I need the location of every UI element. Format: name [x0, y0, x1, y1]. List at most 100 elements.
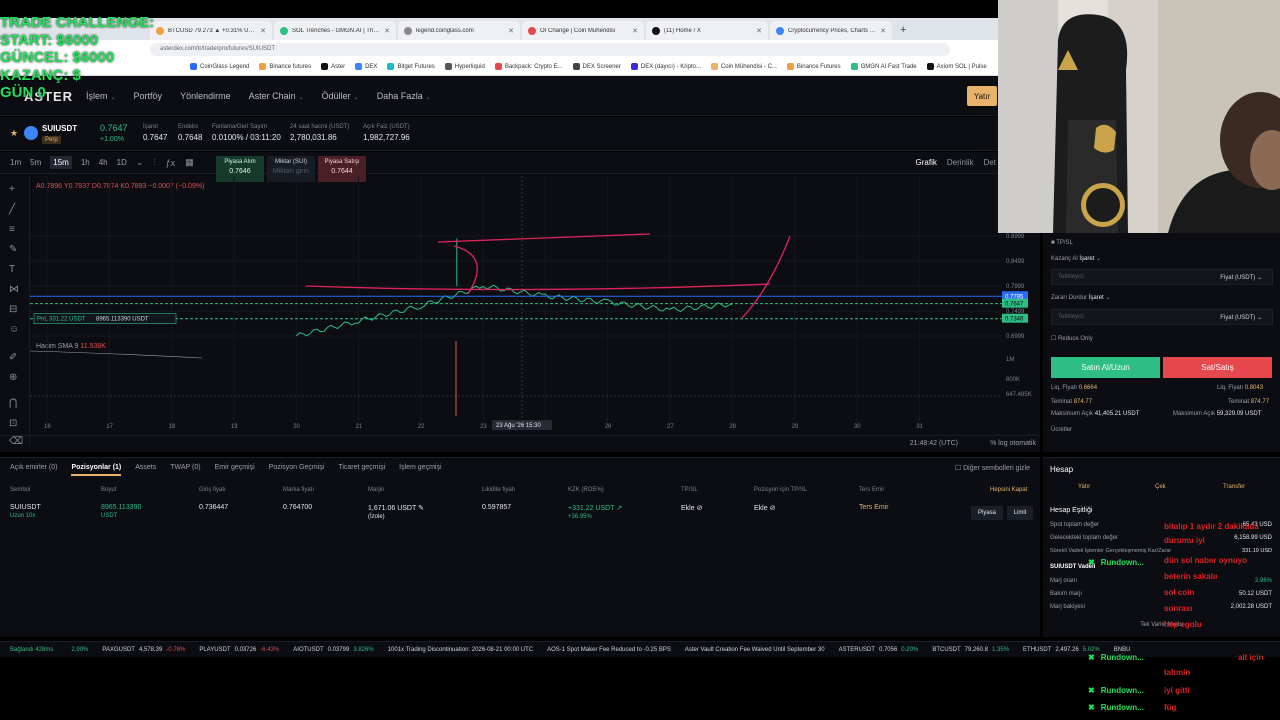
nav-item-5[interactable]: Daha Fazla ⌄	[377, 91, 431, 101]
positions-tab-4[interactable]: Emir geçmişi	[215, 464, 255, 476]
deposit-button[interactable]: Yatır	[967, 86, 997, 106]
bookmark-item[interactable]: Bitget Futures	[387, 63, 435, 70]
crosshair-icon[interactable]: +	[9, 184, 15, 195]
url-input[interactable]: asterdex.com/tr/trade/pro/futures/SUIUSD…	[150, 42, 950, 56]
nav-item-3[interactable]: Aster Chain ⌄	[249, 91, 304, 101]
favorite-star-icon[interactable]: ★	[10, 128, 18, 139]
positions-tab-3[interactable]: TWAP (0)	[170, 464, 200, 476]
bookmark-item[interactable]: DEX	[355, 63, 377, 70]
ticker-item[interactable]: PLAYUSDT 0.03726 -6.43%	[199, 647, 279, 653]
browser-tab[interactable]: Cryptocurrency Prices, Charts A... ✕	[770, 21, 892, 40]
bookmark-item[interactable]: DEX (dayıcı) - Kripto...	[630, 63, 701, 70]
pattern-icon[interactable]: ⋈	[9, 284, 19, 295]
close-icon[interactable]: ✕	[508, 27, 514, 35]
ticker-item[interactable]: BTCUSDT 79,260.8 1.35%	[932, 647, 1009, 653]
smile-icon[interactable]: ☺	[9, 324, 19, 335]
browser-tab[interactable]: (11) Home / X ✕	[646, 21, 768, 40]
tpsl-checkbox[interactable]: ■ TP/SL	[1051, 240, 1073, 246]
edit-margin-icon[interactable]: ✎	[418, 505, 424, 512]
browser-tab[interactable]: SOL Trenches - GMGN.AI | The... ✕	[274, 21, 396, 40]
positions-tab-0[interactable]: Açık emirler (0)	[10, 464, 57, 476]
ticker-item[interactable]: PAXGUSDT 4,578.39 -0.78%	[102, 647, 185, 653]
bookmark-item[interactable]: Hyperliquid	[444, 63, 485, 70]
tp-unit-select[interactable]: Fiyat (USDT) ⌄	[1220, 274, 1262, 281]
close-icon[interactable]: ✕	[260, 27, 266, 35]
tab-chart[interactable]: Grafik	[916, 158, 937, 167]
text-icon[interactable]: T	[9, 264, 15, 275]
ticker-item[interactable]: AOS-1 Spot Maker Fee Reduced to -0.25 BP…	[547, 647, 671, 653]
trend-line-icon[interactable]: ╱	[9, 204, 15, 215]
timeframe-15m[interactable]: 15m	[50, 156, 72, 169]
account-deposit-button[interactable]: Yatır	[1078, 484, 1090, 490]
hide-other-symbols-checkbox[interactable]: ☐ Diğer sembolleri gizle	[955, 464, 1030, 472]
browser-tab[interactable]: legend.coinglass.com ✕	[398, 21, 520, 40]
ticker-item[interactable]: 1001x Trading Discontinuation: 2026-08-2…	[388, 647, 533, 653]
close-market-button[interactable]: Piyasa	[971, 506, 1003, 520]
close-icon[interactable]: ✕	[756, 27, 762, 35]
account-transfer-button[interactable]: Transfer	[1223, 484, 1245, 490]
brush-icon[interactable]: ✎	[9, 244, 17, 255]
close-icon[interactable]: ✕	[880, 27, 886, 35]
ticker-item[interactable]: Bağlandı 428ms	[10, 647, 53, 653]
positions-tab-1[interactable]: Pozisyonlar (1)	[71, 464, 122, 476]
browser-tab[interactable]: BTCUSD 79.273 ▲ +0.31% Unn... ✕	[150, 21, 272, 40]
tp-trigger-select[interactable]: İşaret	[1079, 256, 1094, 262]
chevron-down-icon[interactable]: ⌄	[136, 157, 144, 168]
buy-long-button[interactable]: Satın Al/Uzun	[1051, 357, 1160, 378]
bookmark-item[interactable]: Axiom SOL | Pulse	[926, 63, 987, 70]
measure-icon[interactable]: ⊟	[9, 304, 17, 315]
nav-item-2[interactable]: Yönlendirme	[180, 91, 231, 101]
positions-tab-2[interactable]: Assets	[135, 464, 156, 476]
add-tpsl-button[interactable]: Ekle ⊘	[681, 504, 702, 512]
positions-tab-6[interactable]: Ticaret geçmişi	[338, 464, 385, 476]
bookmark-item[interactable]: Binance Futures	[786, 63, 841, 70]
close-all-button[interactable]: Hepsini Kapat	[990, 487, 1027, 493]
bookmark-item[interactable]: Coin Mühendisi - C...	[710, 63, 777, 70]
sl-unit-select[interactable]: Fiyat (USDT) ⌄	[1220, 314, 1262, 321]
fib-icon[interactable]: ≡	[9, 224, 15, 235]
lock-icon[interactable]: ⊡	[9, 418, 17, 429]
ticker-item[interactable]: ASTERUSDT 0.7056 0.20%	[839, 647, 919, 653]
position-symbol[interactable]: SUIUSDT Uzun 10x	[10, 504, 41, 519]
magnet-icon[interactable]: ⋂	[9, 398, 17, 409]
timeframe-1d[interactable]: 1D	[117, 158, 127, 167]
ticker-item[interactable]: AIOTUSDT 0.03799 3.826%	[293, 647, 373, 653]
add-position-tpsl-button[interactable]: Ekle ⊘	[754, 504, 775, 512]
account-withdraw-button[interactable]: Çek	[1155, 484, 1166, 490]
bookmark-item[interactable]: Binance futures	[259, 63, 311, 70]
close-icon[interactable]: ✕	[632, 27, 638, 35]
browser-tab[interactable]: OI Change | Coin Mühendisi ✕	[522, 21, 644, 40]
close-icon[interactable]: ✕	[384, 27, 390, 35]
indicators-icon[interactable]: ƒx	[166, 158, 176, 168]
sell-short-button[interactable]: Sat/Satış	[1163, 357, 1272, 378]
zoom-icon[interactable]: ⊕	[9, 372, 17, 383]
stop-loss-input[interactable]: Tetikleyici Fiyat (USDT) ⌄	[1051, 309, 1273, 325]
new-tab-button[interactable]: +	[900, 24, 906, 36]
bookmark-item[interactable]: CoinGlass Legend	[190, 63, 249, 70]
sl-trigger-select[interactable]: İşaret	[1089, 295, 1104, 301]
timeframe-5m[interactable]: 5m	[30, 158, 41, 167]
positions-tab-5[interactable]: Pozisyon Geçmişi	[269, 464, 325, 476]
share-icon[interactable]: ↗	[616, 505, 622, 512]
bookmark-item[interactable]: Aster	[321, 63, 345, 70]
reverse-order-button[interactable]: Ters Emir	[859, 504, 889, 511]
nav-item-4[interactable]: Ödüller ⌄	[322, 91, 359, 101]
fees-link[interactable]: Ücretler	[1051, 427, 1072, 433]
ticker-item[interactable]: 2.90%	[67, 647, 88, 653]
timeframe-1h[interactable]: 1h	[81, 158, 90, 167]
ticker-item[interactable]: Aster Vault Creation Fee Waived Until Se…	[685, 647, 825, 653]
ruler-icon[interactable]: ✐	[9, 352, 17, 363]
layout-icon[interactable]: ▦	[185, 157, 194, 168]
price-chart[interactable]: 0.89990.84990.79990.74990.699916 17 18 19 20…	[30, 176, 1040, 434]
bookmark-item[interactable]: DEX Screener	[572, 63, 621, 70]
close-limit-button[interactable]: Limit	[1007, 506, 1033, 520]
timeframe-4h[interactable]: 4h	[99, 158, 108, 167]
pair-selector[interactable]: SUIUSDT	[42, 124, 77, 133]
timeframe-1m[interactable]: 1m	[10, 158, 21, 167]
reduce-only-checkbox[interactable]: ☐ Reduce Only	[1051, 335, 1093, 342]
scale-options[interactable]: % log otomatik	[990, 440, 1036, 447]
positions-tab-7[interactable]: İşlem geçmişi	[399, 464, 441, 476]
bookmark-item[interactable]: Backpack: Crypto E...	[494, 63, 563, 70]
tab-depth[interactable]: Derinlik	[947, 158, 974, 167]
take-profit-input[interactable]: Tetikleyici Fiyat (USDT) ⌄	[1051, 269, 1273, 285]
